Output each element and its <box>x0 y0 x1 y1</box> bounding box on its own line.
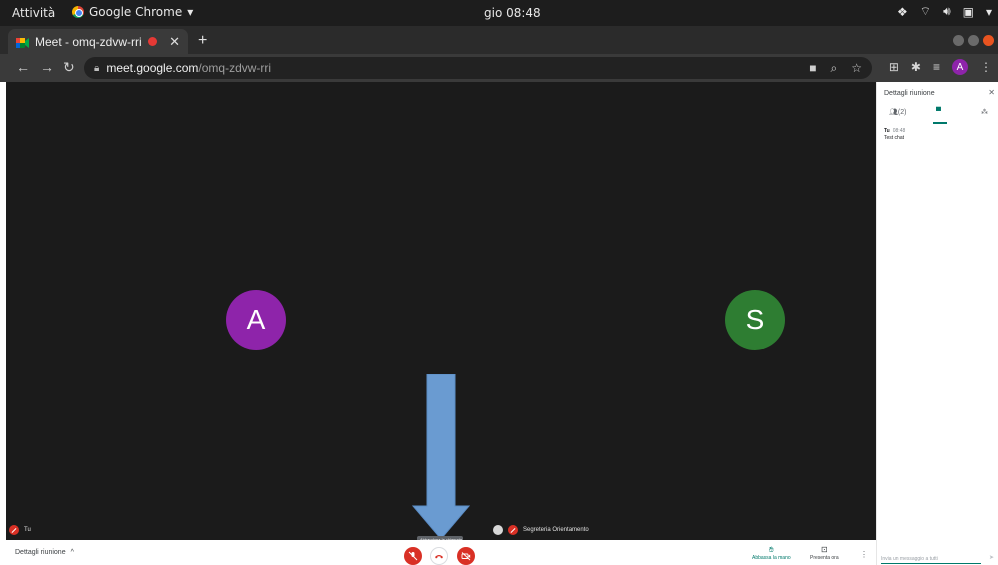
chat-input[interactable]: Invia un messaggio a tutti <box>881 554 981 564</box>
camera-off-icon <box>461 552 471 561</box>
people-icon: 👥︎ <box>889 109 898 116</box>
present-button[interactable]: ⊡ Presenta ora <box>810 546 839 562</box>
chat-icon[interactable]: ▀ <box>936 108 941 115</box>
clock[interactable]: gio 08:48 <box>484 6 541 20</box>
dropbox-icon[interactable]: ❖ <box>897 5 908 19</box>
battery-icon: ▣ <box>962 4 974 19</box>
close-window-button[interactable] <box>983 35 994 46</box>
media-icon[interactable]: ≡ <box>933 60 940 74</box>
activities-icon[interactable]: ⁂ <box>981 108 988 116</box>
participant-avatar: A <box>226 290 286 350</box>
side-panel: Dettagli riunione ✕ 👥︎(2) ▀ ⁂ Tu 08:48 Te… <box>876 82 998 565</box>
present-label: Presenta ora <box>810 555 839 561</box>
mic-off-icon <box>508 525 518 535</box>
message-time: 08:48 <box>892 128 906 134</box>
address-bar[interactable]: 🔒︎ meet.google.com/omq-zdvw-rri ■ ⌕ ☆ <box>84 57 872 79</box>
wifi-icon: ⌔ <box>919 4 932 18</box>
recording-icon <box>148 37 158 46</box>
raise-hand-button[interactable]: ✋︎ Abbassa la mano <box>752 546 791 562</box>
back-icon[interactable]: ← <box>16 59 30 75</box>
present-icon: ⊡ <box>820 545 828 554</box>
mic-off-icon <box>408 551 418 561</box>
profile-avatar[interactable]: A <box>952 59 968 75</box>
chevron-down-icon: ▾ <box>985 4 992 19</box>
app-menu[interactable]: Google Chrome ▾ <box>72 5 193 19</box>
participant-avatar: S <box>725 290 785 350</box>
url-host: meet.google.com <box>106 61 199 75</box>
camera-toggle-button[interactable] <box>457 547 475 565</box>
lock-icon[interactable]: 🔒︎ <box>94 63 99 74</box>
meeting-details-label: Dettagli riunione <box>15 549 66 556</box>
panel-title: Dettagli riunione <box>884 90 935 97</box>
star-icon[interactable]: ☆ <box>851 61 862 76</box>
minimize-button[interactable] <box>953 35 964 46</box>
maximize-button[interactable] <box>968 35 979 46</box>
send-icon[interactable]: ➤ <box>989 554 994 561</box>
toolbar-actions: ⊞ ✱ ≡ A ⋮ <box>889 59 992 75</box>
system-tray[interactable]: ❖ ⌔ 🔊︎ ▣ ▾ <box>897 4 992 19</box>
participant-label: Tu <box>9 525 31 535</box>
kebab-menu-icon[interactable]: ⋮ <box>980 60 992 74</box>
panel-tabs: 👥︎(2) ▀ ⁂ <box>877 108 998 124</box>
tab-people[interactable]: 👥︎(2) <box>889 108 906 116</box>
camera-icon[interactable]: ■ <box>809 61 816 76</box>
new-tab-button[interactable]: + <box>198 32 207 50</box>
mic-off-icon <box>9 525 19 535</box>
tab-meet[interactable]: Meet - omq-zdvw-rri ✕ <box>8 29 188 54</box>
meet-icon <box>16 37 29 48</box>
activities-button[interactable]: Attività <box>12 6 55 20</box>
chrome-icon <box>72 6 84 18</box>
participant-name: Segreteria Orientamento <box>523 527 589 533</box>
people-count: (2) <box>897 109 907 116</box>
arrow-annotation-icon <box>412 374 470 540</box>
window-controls <box>953 35 994 46</box>
hand-icon: ✋︎ <box>769 545 774 554</box>
pin-icon[interactable] <box>493 525 503 535</box>
browser-toolbar: ← → ↻ 🔒︎ meet.google.com/omq-zdvw-rri ■ … <box>0 54 998 82</box>
chat-message-header: Tu 08:48 <box>884 128 905 134</box>
tab-title: Meet - omq-zdvw-rri <box>35 34 142 49</box>
chevron-down-icon: ▾ <box>187 5 194 19</box>
extension-grid-icon[interactable]: ⊞ <box>889 60 899 74</box>
puzzle-icon[interactable]: ✱ <box>911 60 921 74</box>
active-tab-indicator <box>933 122 947 124</box>
meeting-details-button[interactable]: Dettagli riunione ^ <box>15 549 74 556</box>
close-icon[interactable]: ✕ <box>169 34 180 50</box>
system-top-bar: Attività Google Chrome ▾ gio 08:48 ❖ ⌔ 🔊… <box>0 0 998 26</box>
chat-message-text: Test chat <box>884 135 905 141</box>
hangup-button[interactable] <box>430 547 448 565</box>
participant-label: Segreteria Orientamento <box>493 525 589 535</box>
close-icon[interactable]: ✕ <box>988 88 995 97</box>
raise-hand-label: Abbassa la mano <box>752 555 791 561</box>
forward-icon[interactable]: → <box>40 59 54 75</box>
chevron-up-icon: ^ <box>70 549 74 556</box>
more-options-icon[interactable]: ⋮ <box>860 550 868 559</box>
participant-name: Tu <box>24 527 31 533</box>
mic-toggle-button[interactable] <box>404 547 422 565</box>
hangup-icon <box>435 555 443 559</box>
zoom-icon[interactable]: ⌕ <box>831 61 838 76</box>
volume-icon: 🔊︎ <box>943 4 951 18</box>
app-menu-label: Google Chrome <box>89 5 183 19</box>
meeting-controls-bar: Dettagli riunione ^ ✋︎ Abbassa la mano ⊡… <box>0 540 876 565</box>
tab-strip: Meet - omq-zdvw-rri ✕ + <box>0 26 998 54</box>
message-sender: Tu <box>884 128 890 134</box>
url-path: /omq-zdvw-rri <box>198 61 272 75</box>
reload-icon[interactable]: ↻ <box>63 59 75 76</box>
